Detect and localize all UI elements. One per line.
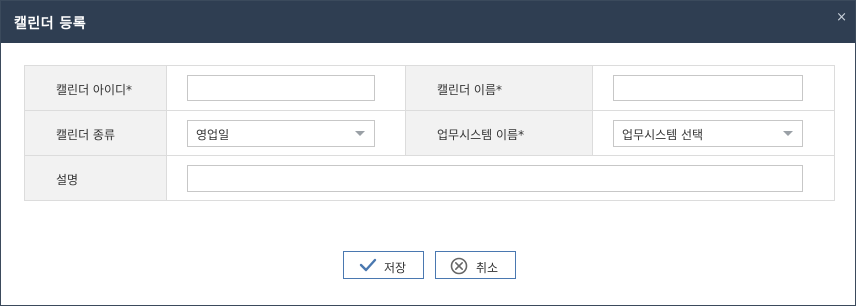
business-system-selected: 업무시스템 선택 — [622, 128, 704, 142]
calendar-id-label: 캘린더 아이디* — [56, 83, 133, 97]
save-button[interactable]: 저장 — [343, 251, 424, 279]
form-row: 캘린더 아이디* 캘린더 이름* — [24, 65, 835, 111]
dialog-title: 캘린더 등록 — [14, 16, 87, 32]
form-row: 캘린더 종류 영업일 업무시스템 이름* 업무시스템 선택 — [24, 110, 835, 156]
calendar-name-label-cell: 캘린더 이름* — [405, 65, 593, 111]
calendar-type-selected: 영업일 — [196, 128, 230, 142]
form-row: 설명 — [24, 155, 835, 201]
calendar-name-input[interactable] — [613, 75, 803, 101]
description-label-cell: 설명 — [24, 155, 167, 201]
calendar-type-label: 캘린더 종류 — [56, 128, 116, 142]
dropdown-arrow-icon — [355, 131, 365, 136]
cancel-button[interactable]: 취소 — [435, 251, 516, 279]
save-label: 저장 — [384, 261, 407, 275]
cancel-label: 취소 — [476, 261, 499, 275]
calendar-register-dialog: 캘린더 등록 × 캘린더 아이디* 캘린더 이름* 캘린더 종류 영업일 업무시… — [0, 0, 856, 306]
calendar-type-cell: 영업일 — [166, 110, 406, 156]
calendar-id-input[interactable] — [187, 75, 375, 101]
business-system-cell: 업무시스템 선택 — [592, 110, 835, 156]
close-icon[interactable]: × — [836, 11, 847, 24]
calendar-id-cell — [166, 65, 406, 111]
business-system-label: 업무시스템 이름* — [437, 128, 525, 142]
calendar-id-label-cell: 캘린더 아이디* — [24, 65, 167, 111]
description-cell — [166, 155, 835, 201]
calendar-type-select[interactable]: 영업일 — [187, 120, 375, 147]
dialog-titlebar: 캘린더 등록 × — [1, 1, 855, 43]
calendar-name-label: 캘린더 이름* — [437, 83, 503, 97]
calendar-type-label-cell: 캘린더 종류 — [24, 110, 167, 156]
calendar-name-cell — [592, 65, 835, 111]
business-system-label-cell: 업무시스템 이름* — [405, 110, 593, 156]
calendar-form: 캘린더 아이디* 캘린더 이름* 캘린더 종류 영업일 업무시스템 이름* 업무… — [24, 65, 835, 201]
cancel-circle-icon — [450, 257, 468, 278]
checkmark-icon — [359, 257, 377, 276]
description-label: 설명 — [56, 173, 79, 187]
dropdown-arrow-icon — [783, 131, 793, 136]
description-input[interactable] — [187, 165, 803, 192]
business-system-select[interactable]: 업무시스템 선택 — [613, 120, 803, 147]
